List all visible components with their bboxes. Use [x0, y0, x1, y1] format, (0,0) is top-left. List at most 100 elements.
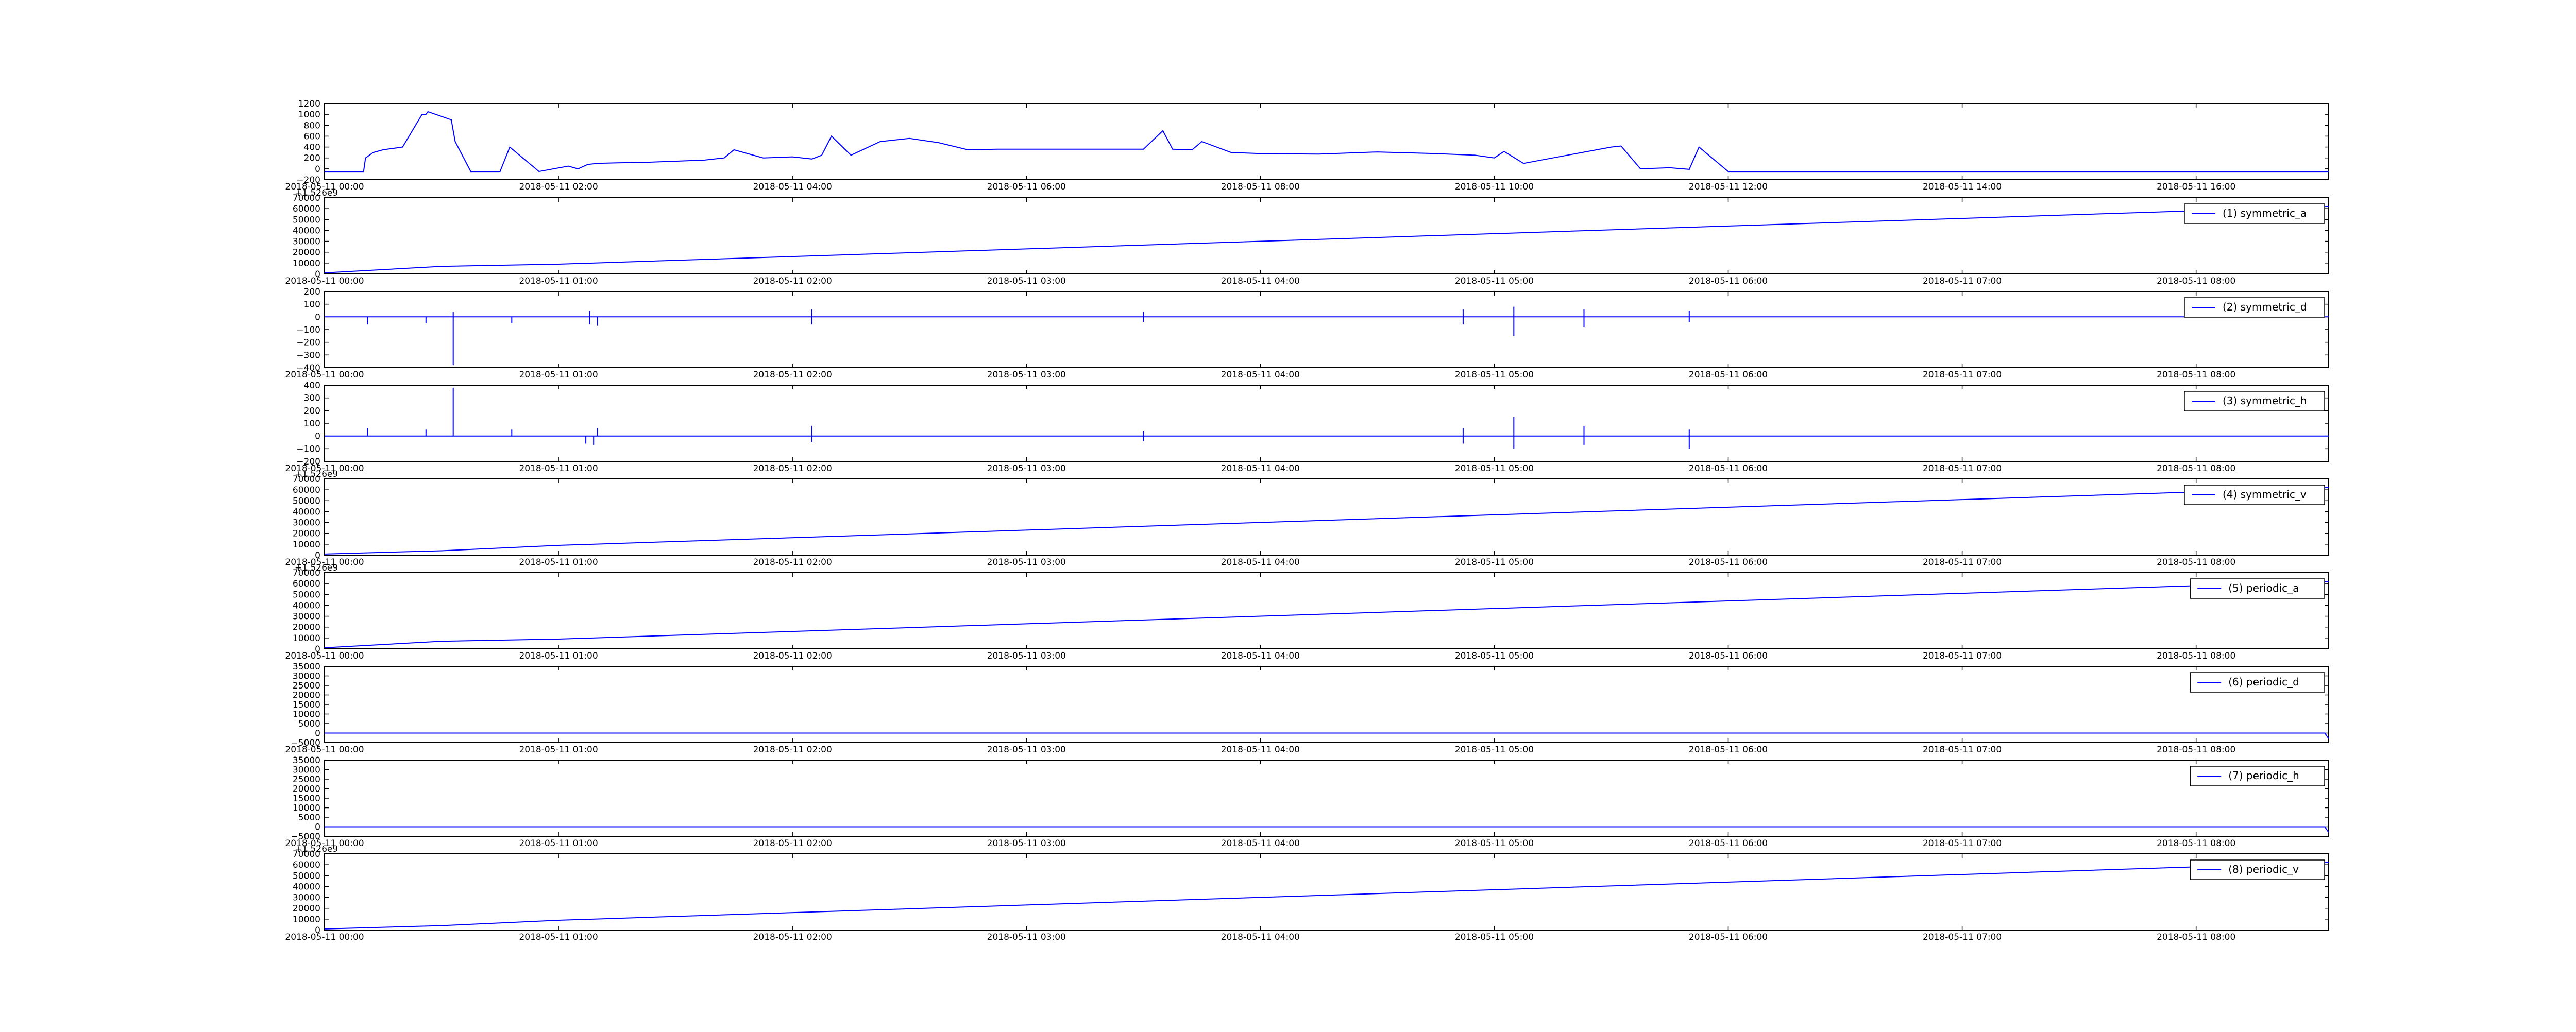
- x-tick-label: 2018-05-11 07:00: [1923, 276, 2002, 286]
- y-tick-label: 40000: [293, 600, 320, 611]
- y-tick-label: 40000: [293, 507, 320, 517]
- x-tick-label: 2018-05-11 00:00: [285, 745, 364, 755]
- plot-frame: [324, 666, 2329, 743]
- axis-offset-label: +1.526e9: [295, 188, 338, 198]
- x-tick-label: 2018-05-11 04:00: [1221, 370, 1300, 380]
- x-tick-label: 2018-05-11 03:00: [987, 463, 1066, 474]
- x-tick-label: 2018-05-11 08:00: [2157, 651, 2235, 661]
- series-line: [324, 862, 2329, 930]
- x-tick-label: 2018-05-11 02:00: [753, 276, 832, 286]
- series-line: [325, 387, 2329, 449]
- y-tick-label: 20000: [293, 248, 320, 258]
- x-tick-label: 2018-05-11 07:00: [1923, 745, 2002, 755]
- series-line: [325, 111, 2329, 173]
- y-tick-label: 400: [304, 381, 320, 391]
- y-tick-label: 35000: [293, 755, 320, 766]
- x-tick-label: 2018-05-11 01:00: [519, 651, 598, 661]
- x-tick-label: 2018-05-11 02:00: [753, 745, 832, 755]
- x-tick-label: 2018-05-11 03:00: [987, 370, 1066, 380]
- y-tick-label: 5000: [298, 719, 320, 729]
- subplot-5: 7000060000500004000030000200001000002018…: [285, 469, 2329, 567]
- x-tick-label: 2018-05-11 05:00: [1455, 932, 1534, 942]
- x-tick-label: 2018-05-11 06:00: [1689, 651, 1768, 661]
- y-tick-label: 200: [304, 153, 320, 164]
- x-tick-label: 2018-05-11 02:00: [753, 463, 832, 474]
- y-tick-label: 400: [304, 143, 320, 153]
- legend: (1) symmetric_a: [2184, 203, 2325, 224]
- x-tick-label: 2018-05-11 00:00: [285, 932, 364, 942]
- x-tick-label: 2018-05-11 04:00: [1221, 276, 1300, 286]
- y-tick-label: 30000: [293, 672, 320, 682]
- x-tick-label: 2018-05-11 02:00: [753, 557, 832, 567]
- plot-frame: [324, 478, 2329, 556]
- plot-frame: [324, 197, 2329, 274]
- series-line: [325, 306, 2329, 366]
- y-tick-label: 30000: [293, 765, 320, 776]
- y-tick-label: 60000: [293, 860, 320, 870]
- y-tick-label: 20000: [293, 691, 320, 701]
- y-tick-label: 200: [304, 406, 320, 416]
- legend: (8) periodic_v: [2190, 859, 2325, 880]
- x-tick-label: 2018-05-11 01:00: [519, 463, 598, 474]
- x-tick-label: 2018-05-11 08:00: [2157, 932, 2235, 942]
- x-tick-label: 2018-05-11 07:00: [1923, 370, 2002, 380]
- y-tick-label: 50000: [293, 496, 320, 506]
- subplot-2: 7000060000500004000030000200001000002018…: [285, 188, 2329, 286]
- series-line: [324, 205, 2329, 273]
- x-tick-label: 2018-05-11 02:00: [753, 932, 832, 942]
- plot-frame: [324, 760, 2329, 837]
- x-tick-label: 2018-05-11 06:00: [987, 182, 1066, 192]
- figure: 1200 1000 800 600 400 200 0 −200 2018-05-11 00:0…: [0, 0, 2576, 1030]
- x-tick-label: 2018-05-11 04:00: [1221, 838, 1300, 849]
- y-tick-label: 15000: [293, 794, 320, 804]
- legend: (3) symmetric_h: [2184, 391, 2325, 411]
- subplot-stack: 120010008006004002000−2002018-05-11 00:0…: [285, 99, 2329, 942]
- y-tick-label: 50000: [293, 590, 320, 600]
- x-tick-label: 2018-05-11 04:00: [1221, 463, 1300, 474]
- x-tick-label: 2018-05-11 08:00: [2157, 463, 2235, 474]
- y-tick-label: 35000: [293, 662, 320, 672]
- axis-offset-label: +1.526e9: [295, 469, 338, 479]
- y-tick-label: 600: [304, 131, 320, 142]
- subplot-7: 35000300002500020000150001000050000−5000…: [285, 662, 2329, 755]
- x-tick-label: 2018-05-11 04:00: [1221, 932, 1300, 942]
- subplot-1: 120010008006004002000−2002018-05-11 00:0…: [285, 99, 2329, 192]
- x-tick-label: 2018-05-11 01:00: [519, 370, 598, 380]
- x-tick-label: 2018-05-11 05:00: [1455, 745, 1534, 755]
- legend: (2) symmetric_d: [2184, 297, 2325, 318]
- legend-label: (6) periodic_d: [2228, 676, 2299, 688]
- x-tick-label: 2018-05-11 00:00: [285, 370, 364, 380]
- x-tick-label: 2018-05-11 08:00: [2157, 745, 2235, 755]
- x-tick-label: 2018-05-11 07:00: [1923, 557, 2002, 567]
- y-tick-label: 10000: [293, 633, 320, 644]
- legend-label: (2) symmetric_d: [2223, 301, 2307, 313]
- y-tick-label: 30000: [293, 237, 320, 247]
- legend-label: (8) periodic_v: [2228, 863, 2299, 875]
- y-tick-label: 40000: [293, 882, 320, 892]
- y-tick-label: 20000: [293, 784, 320, 795]
- legend: (4) symmetric_v: [2184, 485, 2325, 505]
- x-tick-label: 2018-05-11 05:00: [1455, 651, 1534, 661]
- x-tick-label: 2018-05-11 05:00: [1455, 557, 1534, 567]
- y-tick-label: 10000: [293, 803, 320, 814]
- y-tick-label: 0: [315, 164, 320, 175]
- y-tick-label: 200: [304, 287, 320, 297]
- series-line: [324, 580, 2329, 648]
- x-tick-label: 2018-05-11 04:00: [1221, 557, 1300, 567]
- subplot-4: 4003002001000−100−2002018-05-11 00:00 201…: [285, 381, 2329, 474]
- x-tick-label: 2018-05-11 01:00: [519, 745, 598, 755]
- x-tick-label: 2018-05-11 08:00: [2157, 276, 2235, 286]
- y-tick-label: 10000: [293, 540, 320, 550]
- legend-label: (1) symmetric_a: [2223, 207, 2307, 219]
- x-tick-label: 2018-05-11 07:00: [1923, 651, 2002, 661]
- y-tick-label: −100: [296, 444, 320, 454]
- x-tick-label: 2018-05-11 03:00: [987, 932, 1066, 942]
- legend-label: (3) symmetric_h: [2223, 394, 2307, 407]
- y-tick-label: 20000: [293, 904, 320, 914]
- plot-frame: [324, 572, 2329, 649]
- x-tick-label: 2018-05-11 03:00: [987, 838, 1066, 849]
- x-tick-label: 2018-05-11 08:00: [1221, 182, 1300, 192]
- y-tick-label: −300: [296, 350, 320, 360]
- y-tick-label: 800: [304, 121, 320, 131]
- y-tick-label: 30000: [293, 518, 320, 528]
